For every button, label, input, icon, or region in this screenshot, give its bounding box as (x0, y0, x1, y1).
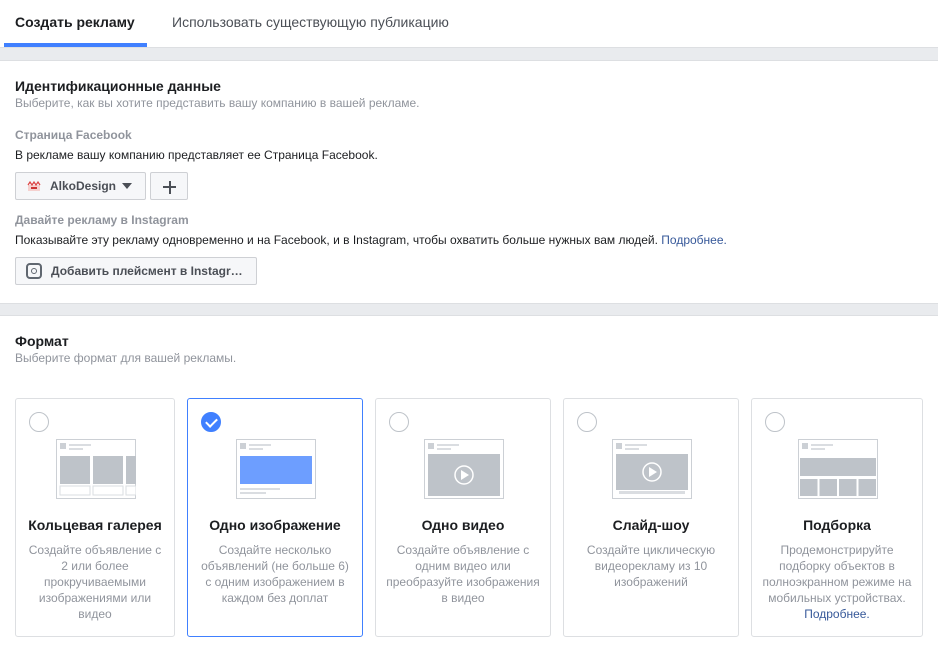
carousel-icon (56, 439, 136, 499)
page-name: AlkoDesign (50, 179, 117, 193)
add-instagram-placement-label: Добавить плейсмент в Instagr… (51, 264, 243, 278)
format-desc-carousel: Создайте объявление с 2 или более прокру… (28, 543, 162, 621)
format-title-single-image: Одно изображение (209, 517, 341, 533)
facebook-page-selector[interactable]: AlkoDesign (15, 172, 146, 200)
collection-learn-more-link[interactable]: Подробнее. (804, 607, 870, 621)
chevron-down-icon (122, 183, 132, 189)
format-radio-collection[interactable] (765, 412, 785, 432)
format-title-slideshow: Слайд-шоу (612, 517, 690, 533)
format-radio-slideshow[interactable] (577, 412, 597, 432)
identity-section: Идентификационные данные Выберите, как в… (0, 60, 938, 304)
format-card-slideshow[interactable]: Слайд-шоу Создайте циклическую видеорекл… (563, 398, 739, 637)
collection-icon (798, 439, 878, 499)
tab-use-existing-post[interactable]: Использовать существующую публикацию (172, 0, 449, 47)
tab-bar: Создать рекламу Использовать существующу… (0, 0, 938, 48)
format-desc-single-image: Создайте несколько объявлений (не больше… (201, 543, 349, 605)
slideshow-icon (612, 439, 692, 499)
add-instagram-placement-button[interactable]: Добавить плейсмент в Instagr… (15, 257, 257, 285)
instagram-description-text: Показывайте эту рекламу одновременно и н… (15, 233, 658, 247)
format-title-collection: Подборка (803, 517, 871, 533)
format-desc-slideshow: Создайте циклическую видеорекламу из 10 … (586, 543, 716, 589)
instagram-icon (26, 263, 42, 279)
page-logo-icon (27, 181, 41, 191)
format-card-collection[interactable]: Подборка Продемонстрируйте подборку объе… (751, 398, 923, 637)
add-page-button[interactable] (150, 172, 188, 200)
active-tab-indicator (4, 43, 147, 47)
format-card-video[interactable]: Одно видео Создайте объявление с одним в… (375, 398, 551, 637)
format-title-video: Одно видео (421, 517, 505, 533)
learn-more-link[interactable]: Подробнее. (661, 233, 727, 247)
format-section: Формат Выберите формат для вашей рекламы… (0, 315, 938, 651)
format-desc-video: Создайте объявление с одним видео или пр… (386, 543, 540, 605)
facebook-page-label: Страница Facebook (15, 128, 132, 142)
instagram-label: Давайте рекламу в Instagram (15, 213, 189, 227)
identity-subtitle: Выберите, как вы хотите представить вашу… (15, 96, 420, 110)
format-desc-collection-text: Продемонстрируйте подборку объектов в по… (762, 543, 912, 605)
format-desc-collection: Продемонстрируйте подборку объектов в по… (752, 542, 922, 622)
format-title-carousel: Кольцевая галерея (28, 517, 162, 533)
facebook-page-description: В рекламе вашу компанию представляет ее … (15, 148, 378, 162)
format-radio-carousel[interactable] (29, 412, 49, 432)
instagram-description: Показывайте эту рекламу одновременно и н… (15, 233, 727, 247)
format-title: Формат (15, 333, 69, 349)
check-icon[interactable] (201, 412, 221, 432)
format-card-carousel[interactable]: Кольцевая галерея Создайте объявление с … (15, 398, 175, 637)
format-radio-video[interactable] (389, 412, 409, 432)
single-image-icon (236, 439, 316, 499)
video-icon (424, 439, 504, 499)
format-card-single-image[interactable]: Одно изображение Создайте несколько объя… (187, 398, 363, 637)
format-subtitle: Выберите формат для вашей рекламы. (15, 351, 237, 365)
identity-title: Идентификационные данные (15, 78, 221, 94)
tab-create-ad[interactable]: Создать рекламу (15, 0, 135, 47)
